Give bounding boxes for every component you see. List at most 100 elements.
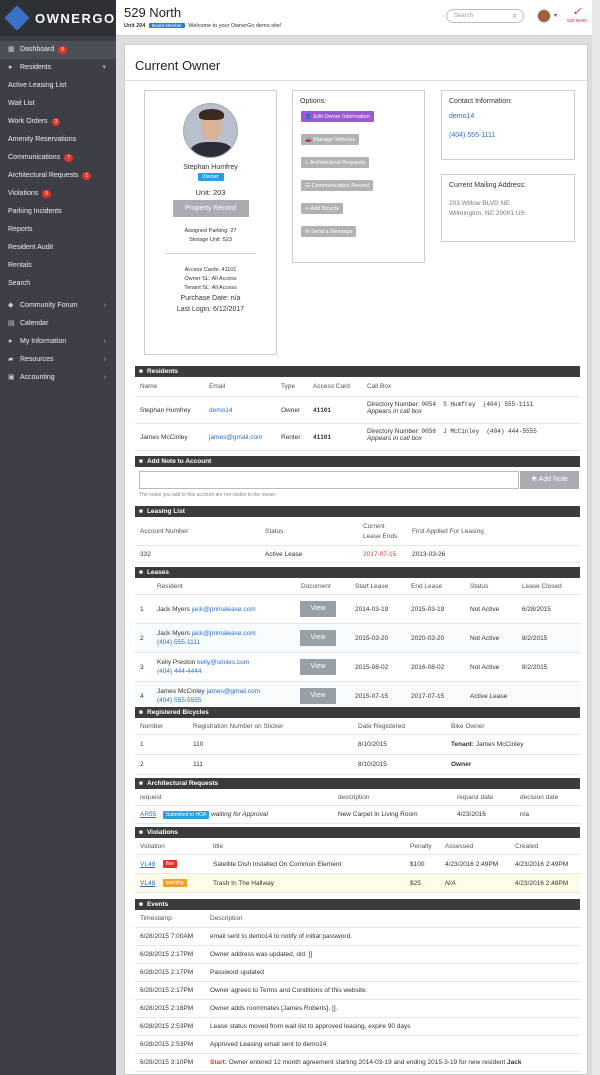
scrollbar[interactable]: [592, 0, 600, 1075]
board-member-badge: Board Member: [148, 23, 185, 28]
sidebar-item-label: Search: [8, 280, 31, 287]
event-desc-cell: Owner address was updated, old: []: [210, 951, 312, 958]
col-access-card: Access Card: [313, 383, 350, 390]
lease-end: 2016-08-02: [411, 663, 445, 671]
add-bicycle-label: Add Bicycle: [310, 205, 340, 212]
sidebar-item-label: My Information: [20, 338, 67, 345]
residents-title: Residents: [146, 368, 179, 375]
table-row: 2 111 8/10/2015 Owner: [135, 755, 580, 775]
sidebar-item-reports[interactable]: Reports: [0, 221, 116, 239]
communication-record-button[interactable]: ☰ Communication Record: [301, 180, 373, 191]
violation-title: Satellite Dish Installed On Common Eleme…: [213, 860, 342, 868]
sidebar-item-rentals[interactable]: Rentals: [0, 257, 116, 275]
chevron-down-icon[interactable]: ▾: [554, 12, 557, 19]
sidebar-item-search[interactable]: Search: [0, 275, 116, 293]
sidebar-item-wait-list[interactable]: Wait List: [0, 95, 116, 113]
app-logo[interactable]: OWNERGO: [0, 0, 116, 36]
user-icon: ●: [8, 64, 13, 71]
search-icon[interactable]: ⌕: [513, 11, 517, 21]
table-row: 6/28/2015 2:53PM Approved Leasing email s…: [135, 1036, 580, 1054]
arch-request-link[interactable]: AR55: [140, 811, 156, 818]
page-title: Current Owner: [125, 45, 587, 81]
events-section: ■ Events Timestamp Description 6/28/2015 …: [135, 899, 580, 1074]
violation-assessed: 4/23/2016 2:49PM: [445, 860, 499, 868]
chat-icon: ◆: [8, 302, 14, 309]
resident-email-link[interactable]: demo14: [209, 407, 233, 414]
sidebar-item-accounting[interactable]: ▣ Accounting ›: [0, 369, 116, 387]
col-name: Name: [140, 383, 158, 390]
sidebar-item-communications[interactable]: Communications 7: [0, 149, 116, 167]
lease-resident-email-link[interactable]: kelly@smiles.com: [197, 659, 249, 666]
sidebar-item-dashboard[interactable]: ▦ Dashboard 5: [0, 41, 116, 59]
sidebar-item-calendar[interactable]: ▤ Calendar: [0, 315, 116, 333]
col-decision-date: decision date: [520, 793, 559, 801]
send-message-button[interactable]: ✉ Send a Message: [301, 226, 357, 237]
table-header: Violation title Penalty Assessed Created: [135, 838, 580, 855]
sidebar-item-work-orders[interactable]: Work Orders 3: [0, 113, 116, 131]
col-status: Status: [265, 527, 284, 535]
sidebar-item-amenity-reservations[interactable]: Amenity Reservations: [0, 131, 116, 149]
col-registration: Registration Number on Sticker: [193, 722, 284, 730]
manage-vehicles-button[interactable]: 🚗 Manage Vehicles: [301, 134, 360, 145]
view-document-button[interactable]: View: [300, 630, 336, 646]
property-record-button[interactable]: Property Record: [172, 200, 249, 217]
edit-owner-button[interactable]: 👤 Edit Owner Information: [301, 111, 374, 122]
event-start-label: Start:: [210, 1059, 227, 1066]
add-note-button[interactable]: ✚ Add Note: [520, 471, 579, 489]
violation-link[interactable]: VL49: [140, 861, 155, 868]
add-bicycle-button[interactable]: ∞ Add Bicycle: [301, 203, 344, 214]
main-content: Current Owner Stephan Humfrey Owner Unit…: [124, 44, 588, 1075]
logo-text: OWNERGO: [35, 10, 116, 26]
lease-resident-email-link[interactable]: jack@primalease.com: [192, 630, 256, 637]
sidebar-item-community-forum[interactable]: ◆ Community Forum ›: [0, 297, 116, 315]
event-description: Owner entered 12 month agreement startin…: [228, 1059, 506, 1066]
sidebar-item-my-information[interactable]: ● My Information ›: [0, 333, 116, 351]
options-label: Options:: [300, 98, 327, 105]
col-owner: Bike Owner: [451, 722, 485, 730]
sidebar-item-residents[interactable]: ● Residents ▾: [0, 59, 116, 77]
send-message-label: Send a Message: [311, 228, 353, 235]
table-row: 1 Jack Myers jack@primalease.com View 2014-…: [135, 595, 580, 624]
add-note-section: ■ Add Note to Account ✚ Add Note The note…: [135, 456, 580, 502]
lease-closed: 8/2/2015: [522, 634, 548, 642]
event-desc-cell: Password updated: [210, 969, 264, 976]
call-name: J McCinley: [443, 428, 480, 435]
note-hint: The notes you add to this account are no…: [139, 492, 277, 498]
sidebar-item-parking-incidents[interactable]: Parking Incidents: [0, 203, 116, 221]
sidebar-item-active-leasing-list[interactable]: Active Leasing List: [0, 77, 116, 95]
contact-phone-link[interactable]: (404) 555-1111: [449, 132, 567, 139]
sidebar-item-label: Violations: [8, 190, 39, 197]
lease-resident: Jack Myers jack@primalease.com: [157, 605, 256, 614]
lease-end: 2020-03-20: [411, 634, 445, 642]
sidebar-item-violations[interactable]: Violations 5: [0, 185, 116, 203]
table-row: 332 Active Lease 2017-07-15 2013-03-26: [135, 546, 580, 563]
search-input[interactable]: Search ⌕: [446, 9, 524, 23]
lease-resident-email-link[interactable]: jack@primalease.com: [192, 606, 256, 613]
warning-badge: warning: [163, 879, 187, 887]
view-document-button[interactable]: View: [300, 601, 336, 617]
lease-closed: 8/2/2015: [522, 663, 548, 671]
user-icon: ●: [8, 338, 13, 345]
architectural-requests-button[interactable]: ⌂ Architectural Requests: [301, 157, 370, 168]
sidebar-item-architectural-requests[interactable]: Architectural Requests 1: [0, 167, 116, 185]
event-description: Owner adds roommates [James Roberts], []…: [210, 1005, 338, 1012]
sidebar-item-resources[interactable]: ▰ Resources ›: [0, 351, 116, 369]
sidebar-item-resident-audit[interactable]: Resident Audit: [0, 239, 116, 257]
lease-number: 4: [140, 692, 144, 700]
lease-resident-email-link[interactable]: james@gmail.com: [207, 688, 261, 695]
user-avatar[interactable]: [537, 9, 551, 23]
sidebar-item-label: Communications: [8, 154, 61, 161]
resident-email-link[interactable]: james@gmail.com: [209, 434, 263, 441]
events-title: Events: [146, 901, 169, 908]
col-call-box: Call Box: [367, 383, 392, 390]
contact-username-link[interactable]: demo14: [449, 113, 567, 120]
view-document-button[interactable]: View: [300, 659, 336, 675]
view-document-button[interactable]: View: [300, 688, 336, 704]
table-row: 6/28/2015 2:53PM Lease status moved from …: [135, 1018, 580, 1036]
lease-resident-phone-link[interactable]: (404) 444-4444: [157, 668, 201, 675]
call-box-note: Appears in call box: [367, 435, 422, 442]
lease-resident-phone-link[interactable]: (404) 555-1111: [157, 639, 200, 646]
violation-link[interactable]: VL48: [140, 880, 155, 887]
note-input[interactable]: [139, 471, 519, 489]
lease-resident-phone-link[interactable]: (404) 555-5555: [157, 697, 201, 704]
